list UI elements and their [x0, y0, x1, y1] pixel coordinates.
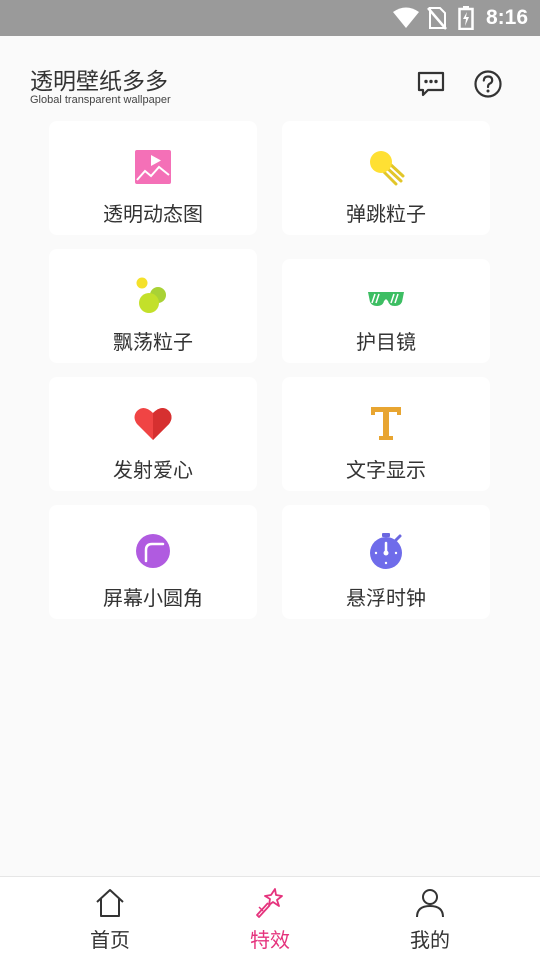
- stopwatch-icon: [370, 533, 402, 569]
- rounded-corner-icon: [136, 534, 170, 568]
- floating-particles-icon: [136, 277, 166, 313]
- no-sim-icon: [427, 7, 447, 30]
- app-header: 透明壁纸多多 Global transparent wallpaper: [0, 36, 540, 120]
- bouncing-ball-icon: [370, 151, 405, 186]
- nav-label: 首页: [90, 928, 130, 952]
- feature-card-bouncing-particles[interactable]: 弹跳粒子: [282, 121, 490, 235]
- page-title: 透明壁纸多多: [30, 69, 168, 95]
- page-subtitle: Global transparent wallpaper: [30, 94, 171, 106]
- feature-label: 弹跳粒子: [346, 202, 426, 226]
- message-icon[interactable]: [415, 68, 447, 100]
- feature-label: 护目镜: [356, 330, 416, 354]
- nav-label: 特效: [250, 928, 290, 952]
- home-icon: [96, 889, 124, 917]
- battery-icon: [458, 6, 474, 30]
- dynamic-image-icon: [135, 150, 171, 184]
- heart-icon: [134, 407, 172, 440]
- nav-label: 我的: [410, 928, 450, 952]
- feature-label: 发射爱心: [113, 458, 193, 482]
- help-icon[interactable]: [472, 68, 504, 100]
- feature-card-text-display[interactable]: 文字显示: [282, 377, 490, 491]
- feature-label: 悬浮时钟: [346, 586, 426, 610]
- feature-card-floating-particles[interactable]: 飘荡粒子: [49, 249, 257, 363]
- status-time: 8:16: [485, 6, 528, 29]
- feature-label: 飘荡粒子: [113, 330, 193, 354]
- user-icon: [416, 889, 444, 918]
- feature-card-heart-emitter[interactable]: 发射爱心: [49, 377, 257, 491]
- text-t-icon: [371, 407, 401, 440]
- feature-label: 透明动态图: [103, 202, 203, 226]
- goggles-icon: [368, 292, 404, 306]
- feature-card-rounded-corners[interactable]: 屏幕小圆角: [49, 505, 257, 619]
- feature-card-transparent-gif[interactable]: 透明动态图: [49, 121, 257, 235]
- status-bar: 8:16: [0, 0, 540, 36]
- nav-item-effects[interactable]: 特效: [210, 877, 330, 961]
- bottom-nav: 首页 特效 我的: [0, 876, 540, 961]
- feature-card-floating-clock[interactable]: 悬浮时钟: [282, 505, 490, 619]
- feature-label: 屏幕小圆角: [103, 586, 203, 610]
- wifi-icon: [393, 7, 419, 28]
- feature-label: 文字显示: [346, 458, 426, 482]
- nav-item-home[interactable]: 首页: [50, 877, 170, 961]
- feature-card-eye-protection[interactable]: 护目镜: [282, 259, 490, 363]
- nav-item-profile[interactable]: 我的: [370, 877, 490, 961]
- magic-wand-icon: [256, 888, 283, 918]
